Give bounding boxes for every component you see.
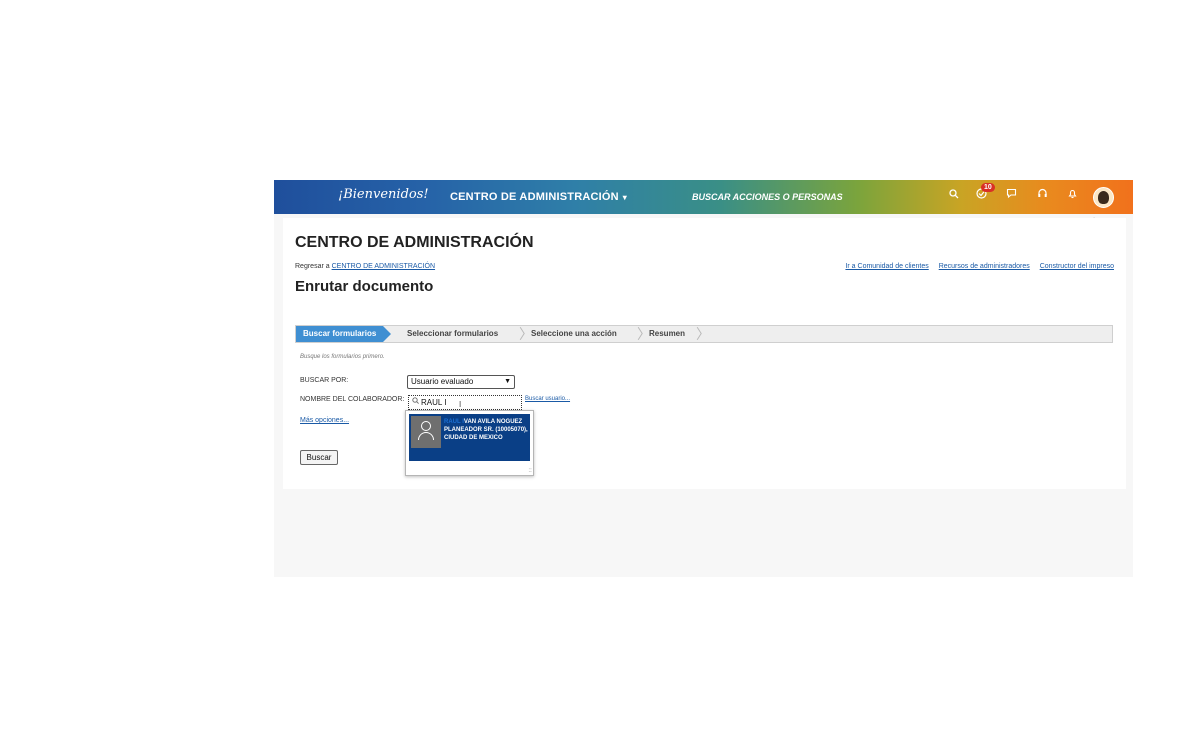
wizard-steps: Buscar formularios Seleccionar formulari… <box>295 325 1113 343</box>
search-icon[interactable] <box>946 188 962 204</box>
form-builder-link[interactable]: Constructor del impreso <box>1040 263 1114 270</box>
more-options-link[interactable]: Más opciones... <box>300 417 349 424</box>
search-by-select[interactable]: Usuario evaluado ▼ <box>407 375 515 389</box>
admin-center-menu[interactable]: CENTRO DE ADMINISTRACIÓN ▾ <box>450 191 627 203</box>
search-button[interactable]: Buscar <box>300 450 338 465</box>
top-navigation-bar: ¡Bienvenidos! CENTRO DE ADMINISTRACIÓN ▾ … <box>274 180 1133 214</box>
step-search-forms[interactable]: Buscar formularios <box>296 326 392 342</box>
header-links: Ir a Comunidad de clientes Recursos de a… <box>837 263 1114 270</box>
step-select-action[interactable]: Seleccione una acción <box>531 326 617 342</box>
user-placeholder-icon <box>411 416 441 448</box>
page-title: Enrutar documento <box>295 278 434 295</box>
breadcrumb-link[interactable]: CENTRO DE ADMINISTRACIÓN <box>332 263 435 270</box>
result-name: VAN AVILA NOGUEZ <box>463 419 523 425</box>
autocomplete-result[interactable]: RAUL IVAN AVILA NOGUEZ PLANEADOR SR. (10… <box>409 414 530 461</box>
page-heading: CENTRO DE ADMINISTRACIÓN <box>295 234 534 251</box>
chevron-down-icon: ▼ <box>504 378 511 385</box>
welcome-logo[interactable]: ¡Bienvenidos! <box>338 187 429 202</box>
customer-community-link[interactable]: Ir a Comunidad de clientes <box>845 263 928 270</box>
step-summary[interactable]: Resumen <box>649 326 685 342</box>
result-text: RAUL IVAN AVILA NOGUEZ PLANEADOR SR. (10… <box>444 418 530 442</box>
main-panel: CENTRO DE ADMINISTRACIÓN Regresar a CENT… <box>283 218 1126 489</box>
avatar[interactable] <box>1093 187 1114 208</box>
step-select-forms[interactable]: Seleccionar formularios <box>407 326 498 342</box>
search-by-value: Usuario evaluado <box>411 377 474 386</box>
step-separator: 〉 <box>696 326 710 342</box>
collaborator-name-input[interactable]: RAUL I I <box>408 395 522 410</box>
hint-text: Busque los formularios primero. <box>300 354 385 360</box>
notification-badge: 10 <box>981 183 995 192</box>
app-window: ¡Bienvenidos! CENTRO DE ADMINISTRACIÓN ▾ … <box>274 180 1133 577</box>
chat-icon[interactable] <box>1003 188 1019 204</box>
search-icon <box>412 396 419 409</box>
chevron-down-icon: ▾ <box>622 193 627 202</box>
resize-grip-icon[interactable]: :::: <box>528 468 532 474</box>
bell-icon[interactable] <box>1064 188 1080 204</box>
find-user-link[interactable]: Buscar usuario... <box>525 396 570 402</box>
headset-icon[interactable] <box>1034 188 1050 204</box>
search-by-label: BUSCAR POR: <box>300 377 349 384</box>
collaborator-name-value: RAUL I <box>421 398 447 407</box>
autocomplete-dropdown: RAUL IVAN AVILA NOGUEZ PLANEADOR SR. (10… <box>405 410 534 476</box>
collaborator-label: NOMBRE DEL COLABORADOR: <box>300 396 405 403</box>
global-search-field[interactable]: BUSCAR ACCIONES O PERSONAS <box>692 192 843 202</box>
breadcrumb: Regresar a CENTRO DE ADMINISTRACIÓN <box>295 263 435 270</box>
admin-resources-link[interactable]: Recursos de administradores <box>939 263 1030 270</box>
result-detail: PLANEADOR SR. (10005070), CIUDAD DE MEXI… <box>444 427 528 441</box>
result-match-highlight: RAUL I <box>444 419 464 425</box>
admin-center-menu-label: CENTRO DE ADMINISTRACIÓN <box>450 191 619 203</box>
breadcrumb-prefix: Regresar a <box>295 263 330 270</box>
